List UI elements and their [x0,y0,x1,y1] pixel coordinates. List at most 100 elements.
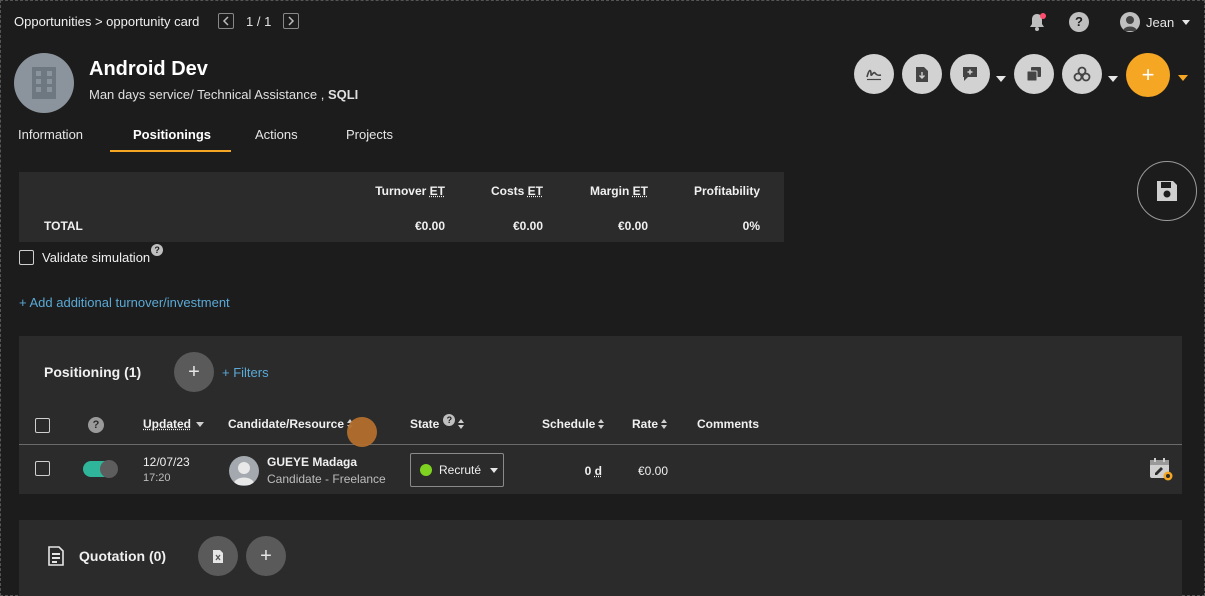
tab-projects[interactable]: Projects [346,127,393,142]
sort-icon [661,419,668,429]
signature-icon [866,69,882,81]
add-positioning-button[interactable]: + [174,352,214,392]
breadcrumb-current: opportunity card [106,14,200,29]
pager-next-button[interactable] [283,13,300,29]
validate-simulation: Validate simulation? [19,244,164,265]
candidate-type: Candidate - Freelance [267,472,386,486]
tab-information[interactable]: Information [18,127,83,142]
profitability-header: Profitability [693,184,760,198]
schedule-column-header[interactable]: Schedule [542,417,605,431]
plus-icon: + [260,544,272,567]
row-updated-date: 12/07/23 [143,455,190,469]
sort-icon [598,419,605,429]
help-icon[interactable]: ? [443,414,456,426]
comment-icon [963,67,977,81]
duplicate-button[interactable] [1014,54,1054,94]
validate-simulation-checkbox[interactable] [19,250,34,265]
breadcrumb-opportunities-link[interactable]: Opportunities [14,14,91,29]
active-tab-indicator [110,150,231,152]
schedule-calendar-button[interactable] [1149,457,1173,481]
download-document-button[interactable] [902,54,942,94]
comment-menu-caret[interactable] [996,76,1006,82]
pager-text: 1 / 1 [246,13,272,29]
opportunity-company-link[interactable]: SQLI [328,87,358,102]
plus-icon: + [1141,62,1155,87]
total-row-label: TOTAL [44,219,83,233]
calendar-edit-icon [1150,458,1173,481]
toggle-knob [100,460,118,478]
record-pager: 1 / 1 [218,13,300,29]
sort-desc-icon [196,421,204,427]
filters-link[interactable]: + Filters [222,365,269,380]
tab-bar: Information Positionings Actions Project… [0,120,1205,152]
sign-button[interactable] [854,54,894,94]
candidate-column-header[interactable]: Candidate/Resource [228,417,354,431]
quotation-document-icon [48,546,64,569]
company-logo [14,53,74,113]
share-menu-caret[interactable] [1108,76,1118,82]
add-menu-caret[interactable] [1178,75,1188,81]
positioning-title: Positioning (1) [44,364,142,380]
total-margin: €0.00 [617,219,648,233]
select-all-checkbox[interactable] [35,418,50,433]
tab-positionings[interactable]: Positionings [133,127,211,142]
floppy-disk-icon [1157,181,1177,201]
opportunity-subtitle: Man days service/ Technical Assistance ,… [89,87,358,102]
help-icon[interactable]: ? [88,417,104,433]
tab-actions[interactable]: Actions [255,127,298,142]
row-updated-time: 17:20 [143,472,171,484]
margin-header: Margin ET [589,184,648,198]
share-button[interactable] [1062,54,1102,94]
chevron-down-icon [1182,19,1191,25]
help-button[interactable]: ? [1069,12,1089,32]
quotation-panel: Quotation (0) + [19,520,1182,596]
validate-simulation-label: Validate simulation? [42,244,164,265]
total-costs: €0.00 [512,219,543,233]
add-turnover-link[interactable]: + Add additional turnover/investment [19,295,230,310]
row-rate: €0.00 [637,464,668,478]
user-menu[interactable]: Jean [1120,12,1191,32]
opportunity-service: Man days service/ Technical Assistance , [89,87,325,102]
row-checkbox[interactable] [35,461,50,476]
copy-icon [1026,67,1041,82]
costs-header: Costs ET [490,184,543,198]
updated-column-header[interactable]: Updated [143,417,204,431]
user-avatar-icon [1120,12,1140,32]
add-main-button[interactable]: + [1126,53,1170,97]
excel-file-icon [213,549,223,563]
group-icon [1073,66,1091,82]
save-button[interactable] [1137,161,1197,221]
state-status-dot [420,464,432,476]
state-column-header[interactable]: State? [410,414,465,431]
plus-icon: + [188,361,200,383]
row-schedule: 0 d [584,464,602,478]
breadcrumb-separator: > [94,14,103,29]
opportunity-title: Android Dev [89,58,208,80]
state-value: Recruté [439,463,482,477]
active-toggle[interactable] [83,460,118,478]
rate-column-header[interactable]: Rate [632,417,668,431]
sort-icon [458,419,465,429]
chevron-down-icon [490,467,499,473]
state-dropdown[interactable]: Recruté [410,453,504,487]
pager-prev-button[interactable] [218,13,234,29]
notification-dot [1040,13,1046,19]
building-icon [32,67,56,99]
chevron-left-icon [222,16,229,26]
candidate-name-link[interactable]: GUEYE Madaga [267,455,357,469]
top-bar: Opportunities > opportunity card 1 / 1 ?… [0,0,1205,44]
total-profitability: 0% [742,219,760,233]
totals-table: Turnover ET Costs ET Margin ET Profitabi… [19,172,784,242]
add-quotation-button[interactable]: + [246,536,286,576]
comment-button[interactable] [950,54,990,94]
help-icon[interactable]: ? [151,244,164,256]
notifications-button[interactable] [1027,12,1047,32]
header-divider [19,444,1182,445]
mouse-cursor-indicator [347,417,377,447]
candidate-avatar-icon [229,456,259,486]
export-quotation-button[interactable] [198,536,238,576]
chevron-right-icon [288,16,295,26]
total-turnover: €0.00 [414,219,445,233]
user-name: Jean [1146,14,1175,30]
breadcrumb: Opportunities > opportunity card [14,14,199,29]
